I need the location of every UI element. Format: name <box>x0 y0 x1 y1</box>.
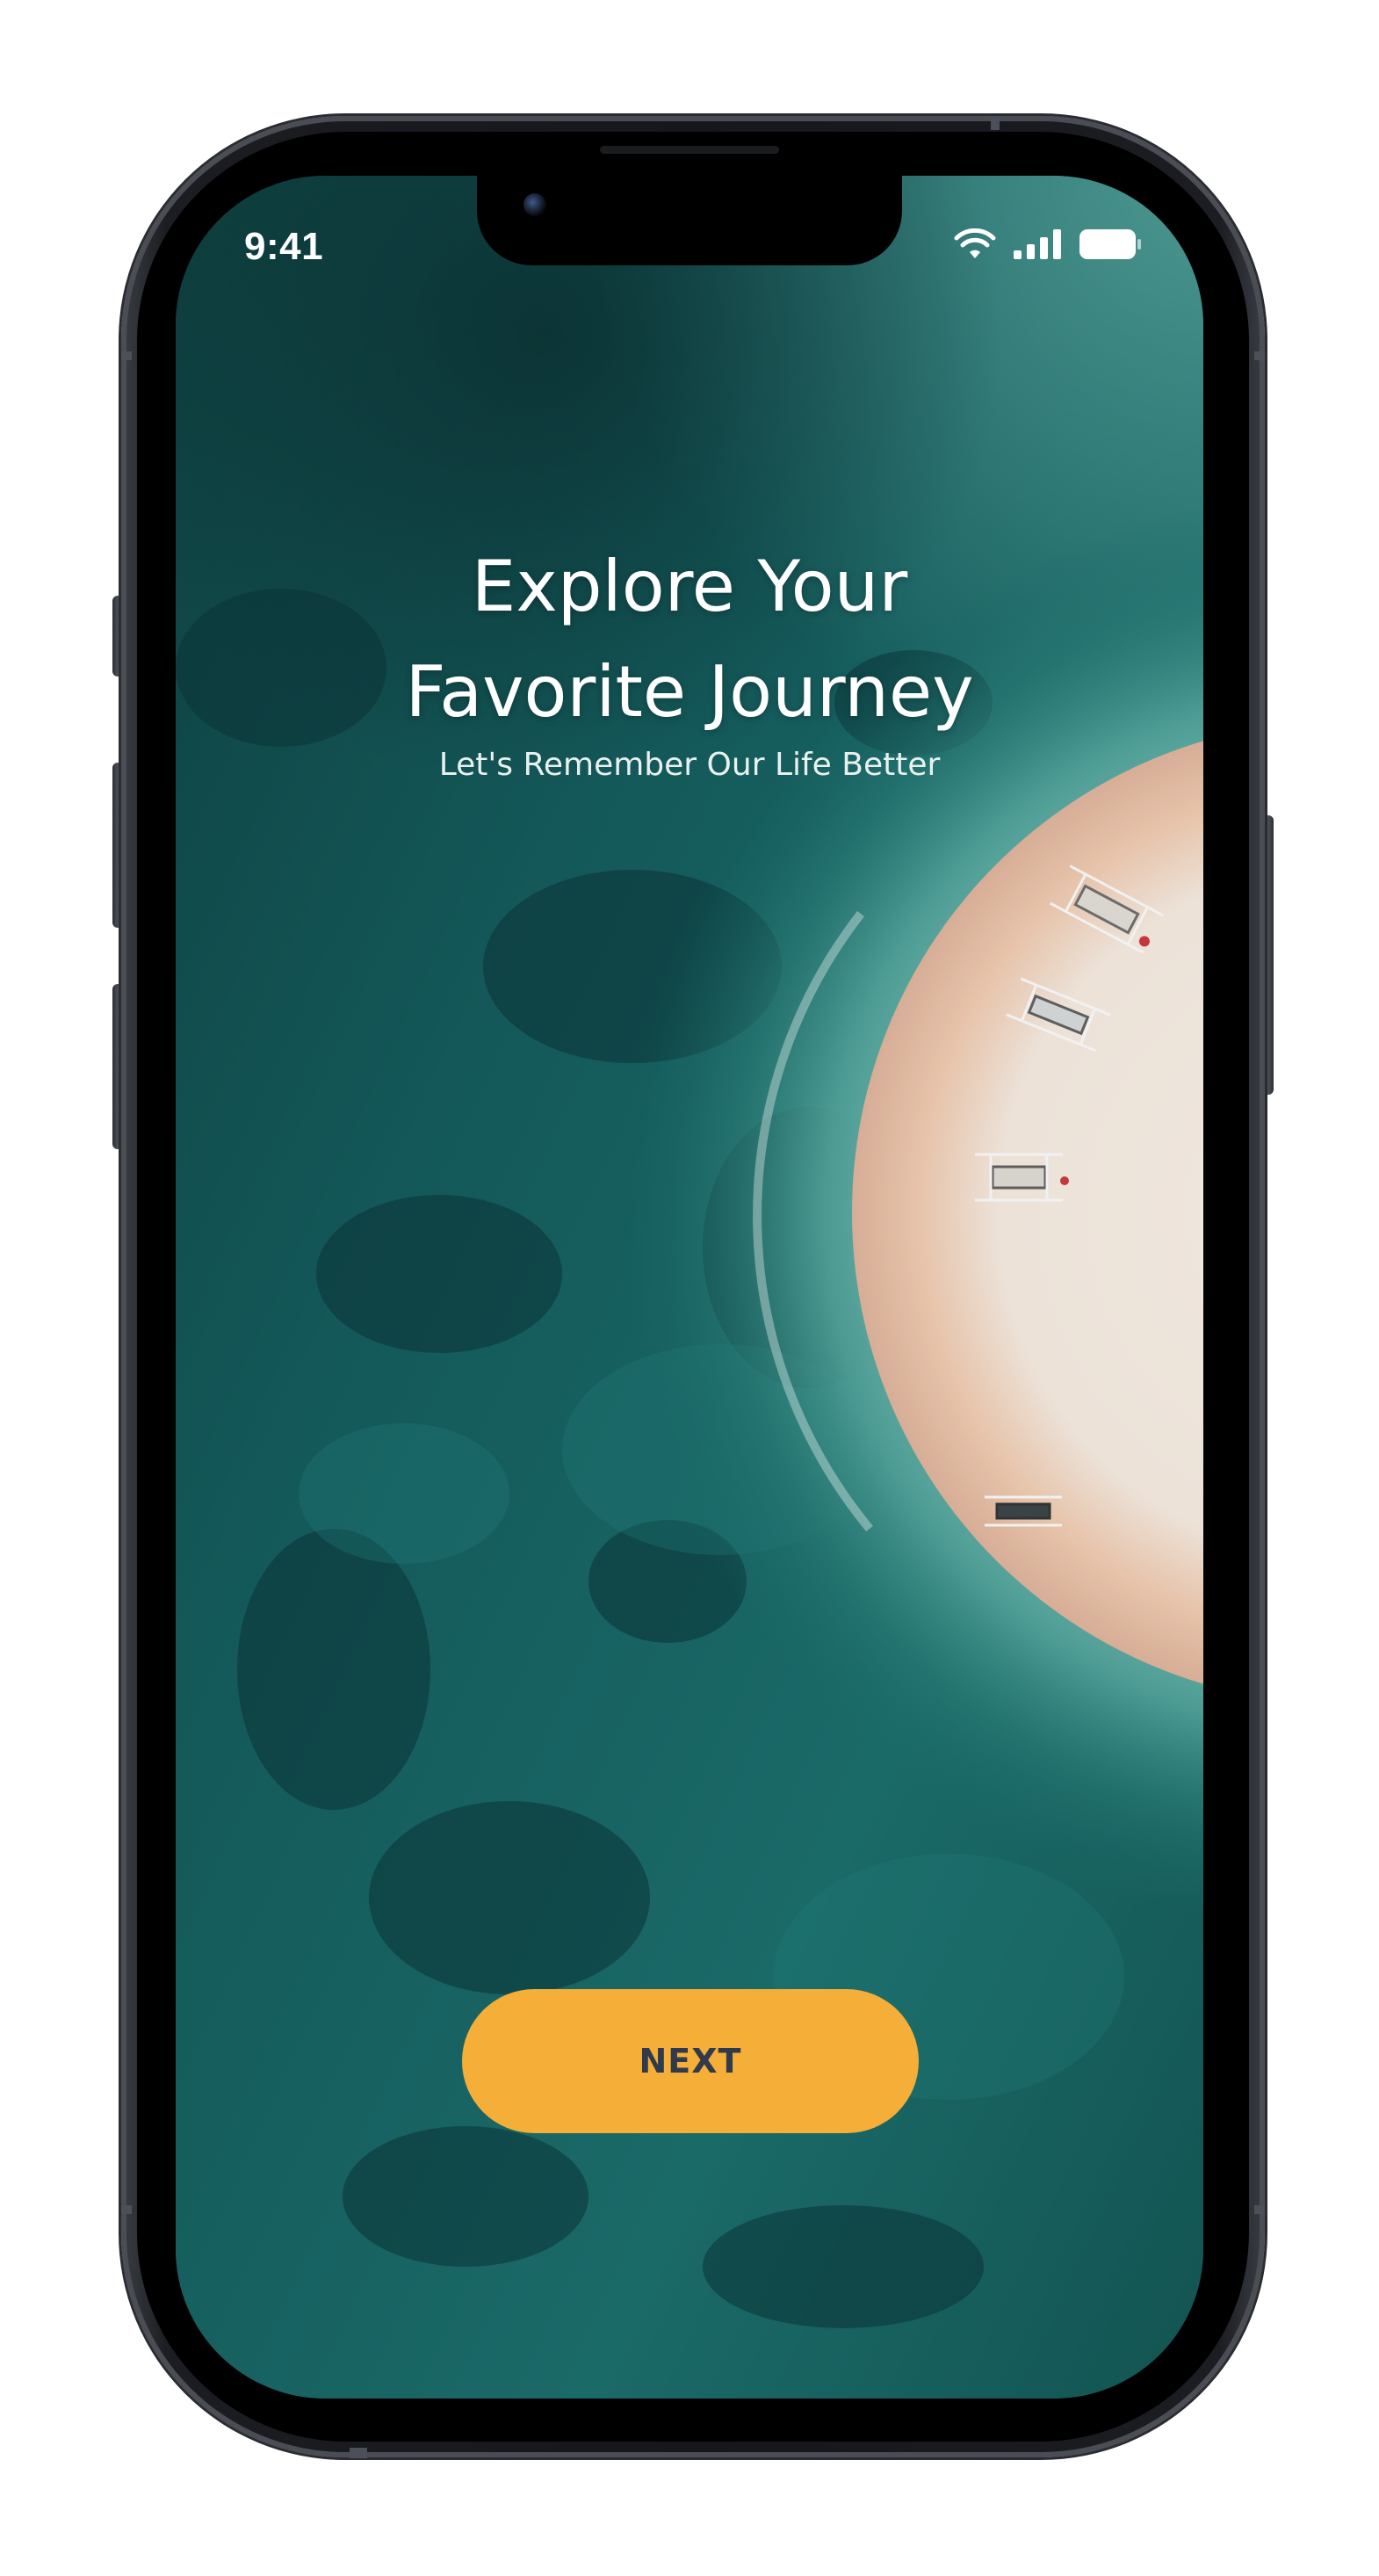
app-screen: 9:41 Explore Your Favorite Journey Let's <box>176 176 1203 2399</box>
antenna-line <box>991 118 1000 130</box>
onboarding-title-line-2: Favorite Journey <box>405 651 974 733</box>
notch <box>477 176 902 265</box>
antenna-line <box>121 2205 132 2214</box>
status-icons <box>954 228 1142 260</box>
antenna-line <box>1254 351 1265 360</box>
front-camera <box>523 193 546 216</box>
battery-icon <box>1079 229 1141 259</box>
onboarding-title: Explore Your Favorite Journey <box>176 534 1203 745</box>
device-mockup: 9:41 Explore Your Favorite Journey Let's <box>0 0 1379 2576</box>
status-time: 9:41 <box>244 225 324 268</box>
wifi-icon <box>954 228 996 258</box>
antenna-line <box>1254 2205 1265 2214</box>
antenna-line <box>121 351 132 360</box>
antenna-line <box>350 2448 367 2458</box>
earpiece-speaker <box>600 146 779 154</box>
next-button[interactable]: NEXT <box>462 1989 919 2133</box>
onboarding-subtitle: Let's Remember Our Life Better <box>438 747 941 783</box>
onboarding-title-line-1: Explore Your <box>471 546 908 627</box>
cellular-signal-icon <box>1014 229 1061 259</box>
